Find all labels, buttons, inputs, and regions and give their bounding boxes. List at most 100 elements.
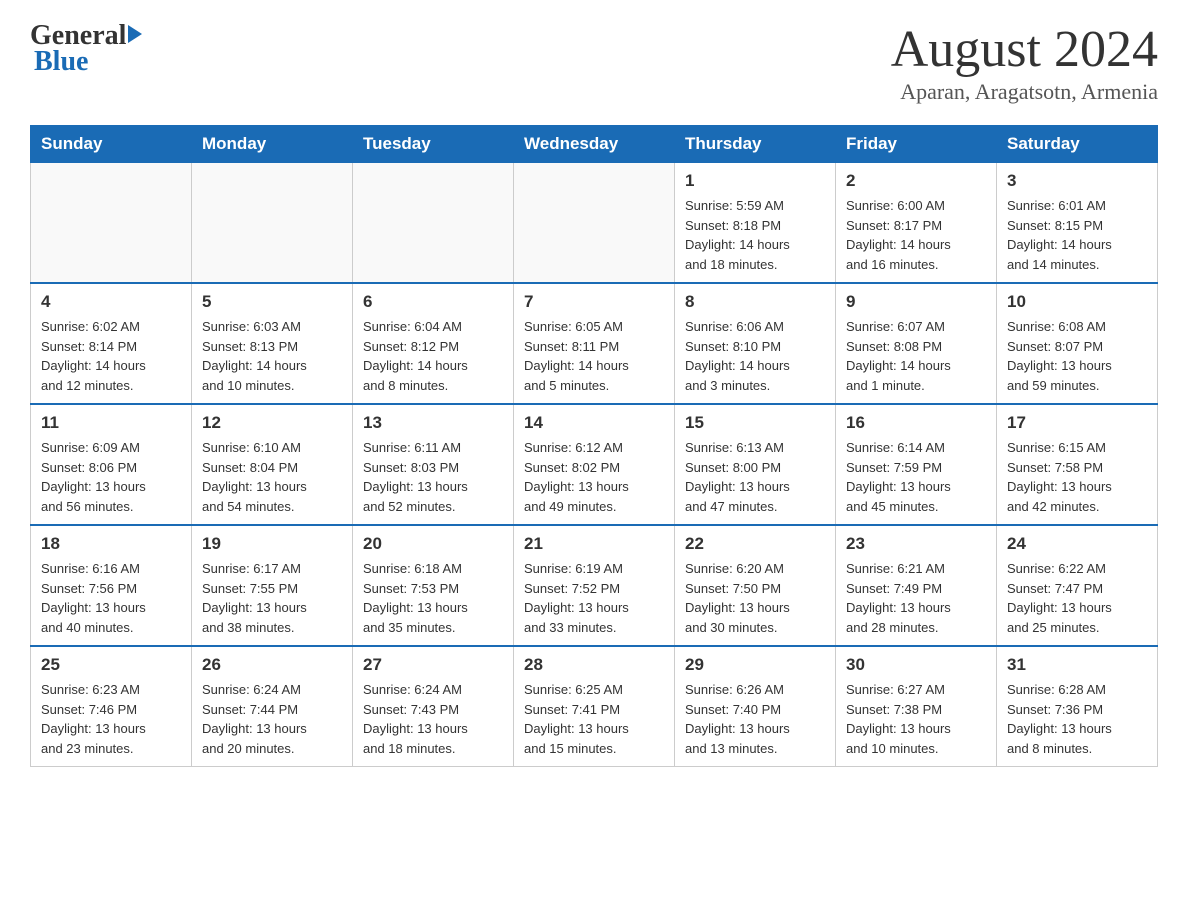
day-number: 12 bbox=[202, 413, 342, 433]
day-info: Sunrise: 6:05 AM Sunset: 8:11 PM Dayligh… bbox=[524, 317, 664, 395]
day-info: Sunrise: 6:04 AM Sunset: 8:12 PM Dayligh… bbox=[363, 317, 503, 395]
empty-cell bbox=[31, 163, 192, 284]
day-cell-3: 3Sunrise: 6:01 AM Sunset: 8:15 PM Daylig… bbox=[997, 163, 1158, 284]
day-cell-30: 30 Sunrise: 6:27 AM Sunset: 7:38 PM Dayli… bbox=[836, 646, 997, 767]
day-cell-5: 5Sunrise: 6:03 AM Sunset: 8:13 PM Daylig… bbox=[192, 283, 353, 404]
header-row: SundayMondayTuesdayWednesdayThursdayFrid… bbox=[31, 126, 1158, 163]
day-cell-14: 14 Sunrise: 6:12 AM Sunset: 8:02 PM Dayli… bbox=[514, 404, 675, 525]
day-number: 24 bbox=[1007, 534, 1147, 554]
day-header-tuesday: Tuesday bbox=[353, 126, 514, 163]
day-info: Sunrise: 6:28 AM Sunset: 7:36 PM Dayligh… bbox=[1007, 680, 1147, 758]
day-info: Sunrise: 6:01 AM Sunset: 8:15 PM Dayligh… bbox=[1007, 196, 1147, 274]
day-info: Sunrise: 6:26 AM Sunset: 7:40 PM Dayligh… bbox=[685, 680, 825, 758]
logo-arrow-icon bbox=[128, 25, 142, 43]
calendar-subtitle: Aparan, Aragatsotn, Armenia bbox=[891, 79, 1158, 105]
day-cell-27: 27Sunrise: 6:24 AM Sunset: 7:43 PM Dayli… bbox=[353, 646, 514, 767]
day-cell-11: 11 Sunrise: 6:09 AM Sunset: 8:06 PM Dayli… bbox=[31, 404, 192, 525]
day-cell-6: 6 Sunrise: 6:04 AM Sunset: 8:12 PM Daylig… bbox=[353, 283, 514, 404]
day-cell-31: 31Sunrise: 6:28 AM Sunset: 7:36 PM Dayli… bbox=[997, 646, 1158, 767]
day-number: 2 bbox=[846, 171, 986, 191]
day-cell-19: 19 Sunrise: 6:17 AM Sunset: 7:55 PM Dayli… bbox=[192, 525, 353, 646]
day-cell-10: 10 Sunrise: 6:08 AM Sunset: 8:07 PM Dayli… bbox=[997, 283, 1158, 404]
empty-cell bbox=[514, 163, 675, 284]
day-cell-1: 1Sunrise: 5:59 AM Sunset: 8:18 PM Daylig… bbox=[675, 163, 836, 284]
week-row-5: 25Sunrise: 6:23 AM Sunset: 7:46 PM Dayli… bbox=[31, 646, 1158, 767]
day-number: 19 bbox=[202, 534, 342, 554]
day-number: 18 bbox=[41, 534, 181, 554]
day-cell-20: 20 Sunrise: 6:18 AM Sunset: 7:53 PM Dayli… bbox=[353, 525, 514, 646]
day-number: 10 bbox=[1007, 292, 1147, 312]
day-info: Sunrise: 6:23 AM Sunset: 7:46 PM Dayligh… bbox=[41, 680, 181, 758]
day-info: Sunrise: 6:12 AM Sunset: 8:02 PM Dayligh… bbox=[524, 438, 664, 516]
day-info: Sunrise: 6:09 AM Sunset: 8:06 PM Dayligh… bbox=[41, 438, 181, 516]
day-info: Sunrise: 6:00 AM Sunset: 8:17 PM Dayligh… bbox=[846, 196, 986, 274]
day-cell-22: 22 Sunrise: 6:20 AM Sunset: 7:50 PM Dayli… bbox=[675, 525, 836, 646]
day-cell-17: 17 Sunrise: 6:15 AM Sunset: 7:58 PM Dayli… bbox=[997, 404, 1158, 525]
day-info: Sunrise: 6:17 AM Sunset: 7:55 PM Dayligh… bbox=[202, 559, 342, 637]
day-info: Sunrise: 6:08 AM Sunset: 8:07 PM Dayligh… bbox=[1007, 317, 1147, 395]
day-header-thursday: Thursday bbox=[675, 126, 836, 163]
day-info: Sunrise: 5:59 AM Sunset: 8:18 PM Dayligh… bbox=[685, 196, 825, 274]
day-number: 30 bbox=[846, 655, 986, 675]
day-cell-8: 8Sunrise: 6:06 AM Sunset: 8:10 PM Daylig… bbox=[675, 283, 836, 404]
day-info: Sunrise: 6:15 AM Sunset: 7:58 PM Dayligh… bbox=[1007, 438, 1147, 516]
day-info: Sunrise: 6:02 AM Sunset: 8:14 PM Dayligh… bbox=[41, 317, 181, 395]
day-cell-7: 7 Sunrise: 6:05 AM Sunset: 8:11 PM Daylig… bbox=[514, 283, 675, 404]
calendar-title: August 2024 bbox=[891, 20, 1158, 79]
day-cell-26: 26 Sunrise: 6:24 AM Sunset: 7:44 PM Dayli… bbox=[192, 646, 353, 767]
week-row-4: 18 Sunrise: 6:16 AM Sunset: 7:56 PM Dayli… bbox=[31, 525, 1158, 646]
day-number: 5 bbox=[202, 292, 342, 312]
day-number: 28 bbox=[524, 655, 664, 675]
week-row-2: 4 Sunrise: 6:02 AM Sunset: 8:14 PM Daylig… bbox=[31, 283, 1158, 404]
day-info: Sunrise: 6:16 AM Sunset: 7:56 PM Dayligh… bbox=[41, 559, 181, 637]
empty-cell bbox=[192, 163, 353, 284]
day-number: 4 bbox=[41, 292, 181, 312]
day-number: 8 bbox=[685, 292, 825, 312]
day-cell-28: 28 Sunrise: 6:25 AM Sunset: 7:41 PM Dayli… bbox=[514, 646, 675, 767]
logo: General Blue bbox=[30, 20, 142, 78]
day-number: 20 bbox=[363, 534, 503, 554]
day-number: 17 bbox=[1007, 413, 1147, 433]
day-number: 23 bbox=[846, 534, 986, 554]
title-block: August 2024 Aparan, Aragatsotn, Armenia bbox=[891, 20, 1158, 105]
day-info: Sunrise: 6:24 AM Sunset: 7:43 PM Dayligh… bbox=[363, 680, 503, 758]
day-cell-2: 2 Sunrise: 6:00 AM Sunset: 8:17 PM Daylig… bbox=[836, 163, 997, 284]
day-cell-23: 23 Sunrise: 6:21 AM Sunset: 7:49 PM Dayli… bbox=[836, 525, 997, 646]
day-number: 9 bbox=[846, 292, 986, 312]
calendar-table: SundayMondayTuesdayWednesdayThursdayFrid… bbox=[30, 125, 1158, 767]
week-row-1: 1Sunrise: 5:59 AM Sunset: 8:18 PM Daylig… bbox=[31, 163, 1158, 284]
day-cell-24: 24 Sunrise: 6:22 AM Sunset: 7:47 PM Dayli… bbox=[997, 525, 1158, 646]
day-number: 16 bbox=[846, 413, 986, 433]
day-info: Sunrise: 6:14 AM Sunset: 7:59 PM Dayligh… bbox=[846, 438, 986, 516]
day-number: 6 bbox=[363, 292, 503, 312]
day-number: 13 bbox=[363, 413, 503, 433]
day-number: 14 bbox=[524, 413, 664, 433]
day-cell-13: 13Sunrise: 6:11 AM Sunset: 8:03 PM Dayli… bbox=[353, 404, 514, 525]
day-info: Sunrise: 6:27 AM Sunset: 7:38 PM Dayligh… bbox=[846, 680, 986, 758]
day-number: 29 bbox=[685, 655, 825, 675]
day-cell-25: 25Sunrise: 6:23 AM Sunset: 7:46 PM Dayli… bbox=[31, 646, 192, 767]
day-number: 22 bbox=[685, 534, 825, 554]
day-number: 11 bbox=[41, 413, 181, 433]
day-info: Sunrise: 6:20 AM Sunset: 7:50 PM Dayligh… bbox=[685, 559, 825, 637]
day-info: Sunrise: 6:24 AM Sunset: 7:44 PM Dayligh… bbox=[202, 680, 342, 758]
day-info: Sunrise: 6:19 AM Sunset: 7:52 PM Dayligh… bbox=[524, 559, 664, 637]
day-info: Sunrise: 6:10 AM Sunset: 8:04 PM Dayligh… bbox=[202, 438, 342, 516]
day-header-monday: Monday bbox=[192, 126, 353, 163]
day-info: Sunrise: 6:25 AM Sunset: 7:41 PM Dayligh… bbox=[524, 680, 664, 758]
day-number: 7 bbox=[524, 292, 664, 312]
day-cell-4: 4 Sunrise: 6:02 AM Sunset: 8:14 PM Daylig… bbox=[31, 283, 192, 404]
day-number: 21 bbox=[524, 534, 664, 554]
day-cell-29: 29 Sunrise: 6:26 AM Sunset: 7:40 PM Dayli… bbox=[675, 646, 836, 767]
day-cell-12: 12 Sunrise: 6:10 AM Sunset: 8:04 PM Dayli… bbox=[192, 404, 353, 525]
day-info: Sunrise: 6:21 AM Sunset: 7:49 PM Dayligh… bbox=[846, 559, 986, 637]
logo-blue: Blue bbox=[34, 46, 88, 78]
day-number: 26 bbox=[202, 655, 342, 675]
day-info: Sunrise: 6:22 AM Sunset: 7:47 PM Dayligh… bbox=[1007, 559, 1147, 637]
day-info: Sunrise: 6:18 AM Sunset: 7:53 PM Dayligh… bbox=[363, 559, 503, 637]
day-header-sunday: Sunday bbox=[31, 126, 192, 163]
day-cell-21: 21 Sunrise: 6:19 AM Sunset: 7:52 PM Dayli… bbox=[514, 525, 675, 646]
empty-cell bbox=[353, 163, 514, 284]
day-number: 15 bbox=[685, 413, 825, 433]
day-cell-15: 15Sunrise: 6:13 AM Sunset: 8:00 PM Dayli… bbox=[675, 404, 836, 525]
